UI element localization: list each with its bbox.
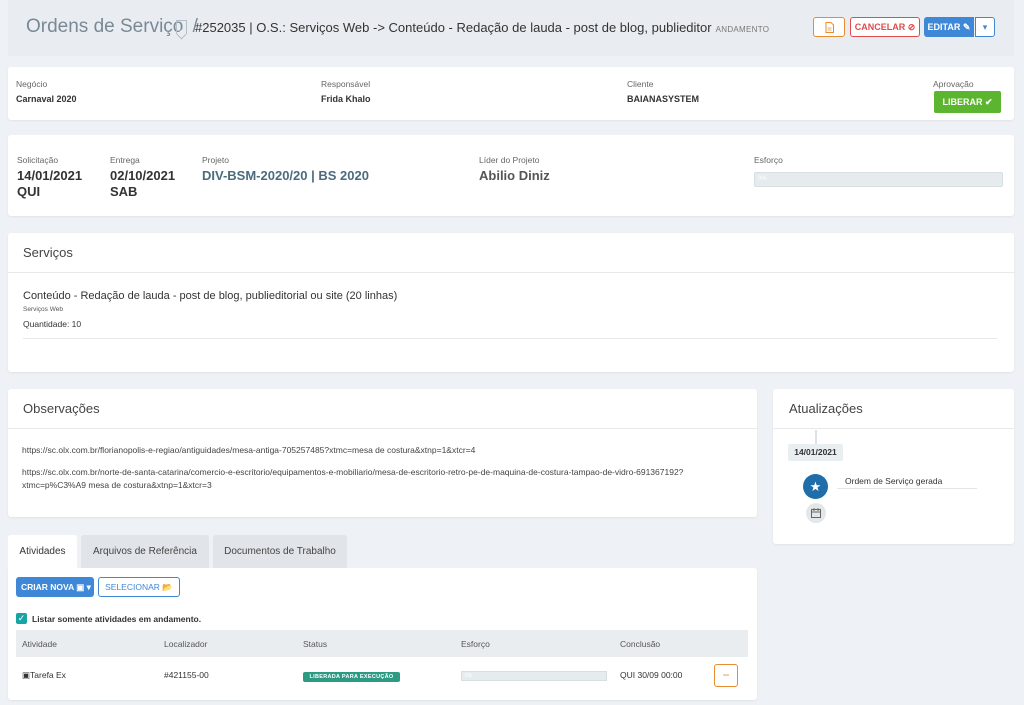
column-header-esforco[interactable]: Esforço [461, 639, 490, 649]
divider [773, 428, 1014, 429]
column-header-localizador[interactable]: Localizador [164, 639, 207, 649]
row-conclusao: QUI 30/09 00:00 [620, 670, 683, 680]
tab-documentos[interactable]: Documentos de Trabalho [213, 535, 347, 568]
table-header: Atividade Localizador Status Esforço Con… [16, 630, 748, 657]
column-header-atividade[interactable]: Atividade [22, 639, 57, 649]
column-header-status[interactable]: Status [303, 639, 327, 649]
cliente-value: BAIANASYSTEM [627, 94, 700, 104]
observacao-line: https://sc.olx.com.br/norte-de-santa-cat… [22, 467, 684, 477]
responsavel-label: Responsável [321, 79, 371, 89]
entrega-date: 02/10/2021 [110, 168, 176, 183]
os-status: ANDAMENTO [715, 25, 770, 34]
negocio-label: Negócio [16, 79, 48, 89]
servico-name: Conteúdo - Redação de lauda - post de bl… [23, 290, 398, 302]
responsavel-value: Frida Khalo [321, 94, 371, 104]
row-localizador: #421155-00 [164, 670, 209, 680]
servico-quantity: Quantidade: 10 [23, 319, 82, 329]
page-title: Ordens de Serviço / [26, 16, 198, 37]
entrega-day: SAB [110, 184, 138, 199]
cliente-label: Cliente [627, 79, 654, 89]
row-atividade[interactable]: ▣Tarefa Ex [22, 670, 66, 681]
status-badge: LIBERADA PARA EXECUÇÃO [303, 672, 400, 682]
projeto-link[interactable]: DIV-BSM-2020/20 | BS 2020 [202, 168, 369, 183]
chevron-down-icon: ▾ [982, 22, 988, 32]
timeline-date: 14/01/2021 [788, 444, 843, 461]
selecionar-button[interactable]: SELECIONAR 📂 [98, 577, 180, 597]
filter-label: Listar somente atividades em andamento. [32, 614, 202, 624]
edit-button[interactable]: EDITAR ✎ [924, 17, 974, 37]
check-icon: ✔ [984, 97, 993, 107]
observacao-line: xtmc=p%C3%A9 mesa de costura&xtnp=1&xtcr… [22, 480, 212, 490]
document-icon [825, 22, 834, 33]
divider [23, 338, 997, 339]
remove-row-button[interactable]: − [714, 664, 738, 687]
servico-category: Serviços Web [23, 306, 63, 313]
divider [8, 272, 1014, 273]
lider-label: Líder do Projeto [479, 155, 540, 165]
criar-nova-button[interactable]: CRIAR NOVA ▣ ▾ [16, 577, 94, 597]
servicos-title: Serviços [23, 245, 73, 260]
row-esforco-bar: 0% [461, 671, 607, 681]
filter-checkbox[interactable]: ✓ [16, 613, 27, 624]
tab-atividades[interactable]: Atividades [8, 535, 77, 568]
liberar-button[interactable]: LIBERAR ✔ [934, 91, 1001, 113]
observacoes-title: Observações [23, 401, 100, 416]
clipboard-icon: ▣ [22, 670, 31, 680]
edit-dropdown-button[interactable]: ▾ [975, 17, 995, 37]
lider-value: Abilio Diniz [479, 168, 550, 183]
pencil-icon: ✎ [962, 22, 971, 32]
atualizacoes-title: Atualizações [789, 401, 863, 416]
timeline-event: Ordem de Serviço gerada [837, 473, 977, 489]
divider [8, 428, 757, 429]
minus-icon: − [722, 668, 730, 682]
calendar-icon [806, 503, 826, 523]
cancel-button[interactable]: CANCELAR ⊘ [850, 17, 920, 37]
observacao-line: https://sc.olx.com.br/florianopolis-e-re… [22, 445, 476, 455]
ban-icon: ⊘ [907, 22, 916, 32]
tab-arquivos[interactable]: Arquivos de Referência [81, 535, 209, 568]
servicos-panel [8, 233, 1014, 372]
info-panel [8, 67, 1014, 120]
column-header-conclusao[interactable]: Conclusão [620, 639, 660, 649]
chevron-down-icon: ▾ [86, 582, 91, 592]
bookmark-icon[interactable] [176, 20, 187, 34]
os-title: #252035 | O.S.: Serviços Web -> Conteúdo… [195, 20, 770, 35]
clipboard-icon: ▣ [76, 582, 85, 592]
star-icon: ★ [803, 474, 828, 499]
aprovacao-label: Aprovação [933, 79, 974, 89]
folder-open-icon: 📂 [162, 582, 173, 592]
entrega-label: Entrega [110, 155, 140, 165]
solicitacao-day: QUI [17, 184, 41, 199]
solicitacao-label: Solicitação [17, 155, 59, 165]
pdf-document-button[interactable] [813, 17, 845, 37]
projeto-label: Projeto [202, 155, 229, 165]
esforco-label: Esforço [754, 155, 783, 165]
solicitacao-date: 14/01/2021 [17, 168, 83, 183]
negocio-value: Carnaval 2020 [16, 94, 77, 104]
esforco-progress-bar: 0% [754, 172, 1003, 187]
